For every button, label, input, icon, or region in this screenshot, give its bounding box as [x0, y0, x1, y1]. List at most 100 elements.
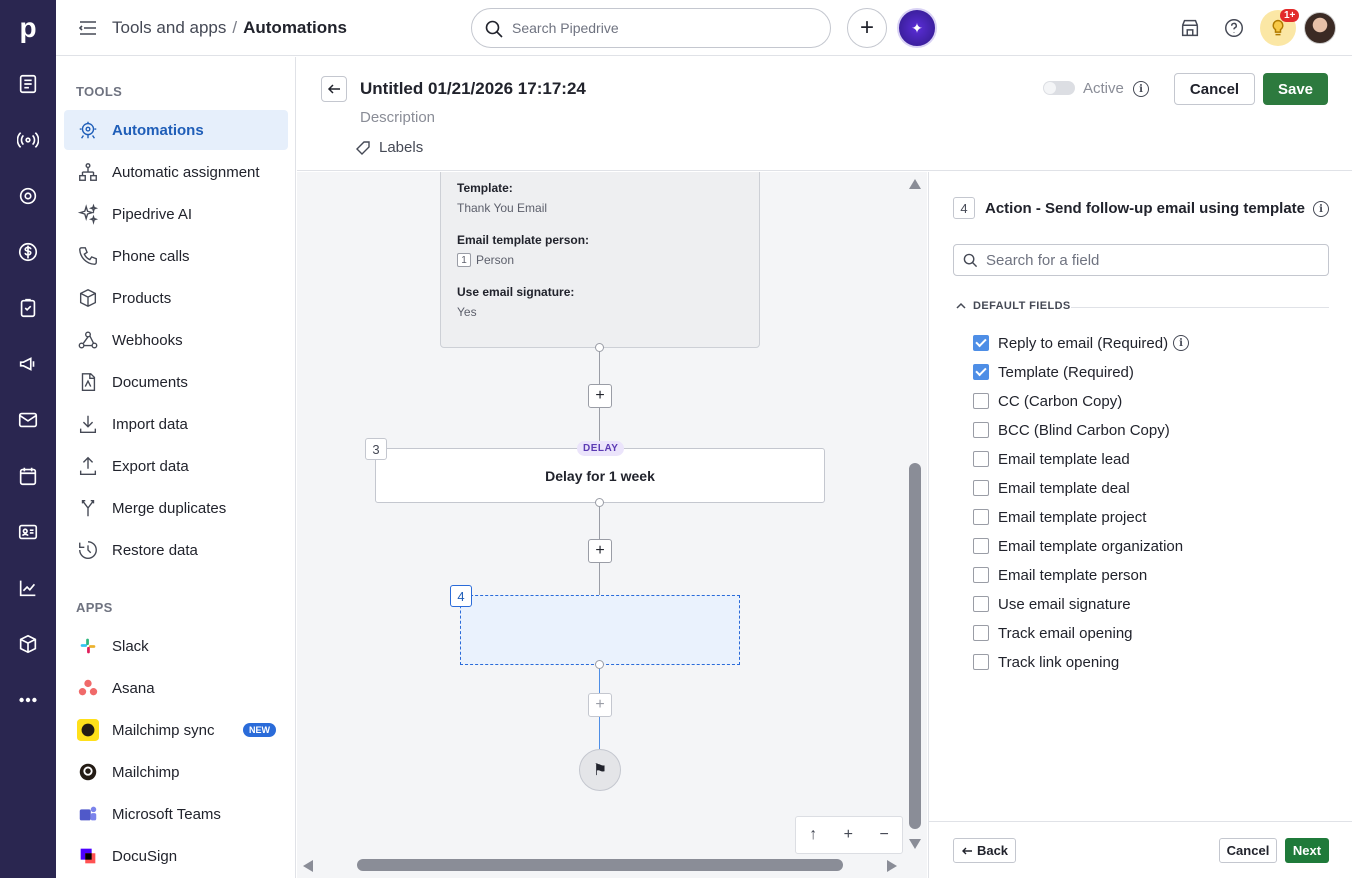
- automation-title[interactable]: Untitled 01/21/2026 17:17:24: [360, 79, 586, 99]
- megaphone-icon[interactable]: [16, 352, 40, 376]
- back-button[interactable]: [321, 76, 347, 102]
- labels-button[interactable]: Labels: [355, 139, 423, 156]
- sidebar-item-label: Export data: [112, 457, 189, 475]
- field-checkbox-email-signature[interactable]: Use email signature: [973, 594, 1131, 614]
- sidebar-item-microsoft-teams[interactable]: Microsoft Teams: [64, 794, 288, 834]
- checkbox[interactable]: [973, 335, 989, 351]
- sidebar-item-label: Automations: [112, 121, 204, 139]
- panel-back-button[interactable]: Back: [953, 838, 1016, 863]
- field-checkbox-track-link[interactable]: Track link opening: [973, 652, 1119, 672]
- checkbox[interactable]: [973, 451, 989, 467]
- pipedrive-logo[interactable]: p: [0, 0, 56, 56]
- marketplace-icon[interactable]: [1178, 16, 1202, 40]
- cancel-button[interactable]: Cancel: [1174, 73, 1255, 105]
- field-checkbox-bcc[interactable]: BCC (Blind Carbon Copy): [973, 420, 1170, 440]
- field-checkbox-cc[interactable]: CC (Carbon Copy): [973, 391, 1122, 411]
- scroll-up-arrow[interactable]: [909, 179, 921, 189]
- target-icon[interactable]: [16, 184, 40, 208]
- checkbox[interactable]: [973, 422, 989, 438]
- zoom-out-icon[interactable]: −: [879, 826, 888, 844]
- mail-icon[interactable]: [16, 408, 40, 432]
- add-step-button[interactable]: +: [588, 384, 612, 408]
- scroll-left-arrow[interactable]: [303, 860, 313, 872]
- panel-cancel-button[interactable]: Cancel: [1219, 838, 1277, 863]
- checkbox[interactable]: [973, 596, 989, 612]
- sidebar-item-slack[interactable]: Slack: [64, 626, 288, 666]
- sidebar-item-documents[interactable]: Documents: [64, 362, 288, 402]
- sidebar-item-automatic-assignment[interactable]: Automatic assignment: [64, 152, 288, 192]
- field-checkbox-template[interactable]: Template (Required): [973, 362, 1134, 382]
- sidebar-item-docusign[interactable]: DocuSign: [64, 836, 288, 876]
- checkbox[interactable]: [973, 538, 989, 554]
- avatar[interactable]: [1304, 12, 1336, 44]
- more-icon[interactable]: [16, 688, 40, 712]
- arrow-up-icon[interactable]: ↑: [809, 826, 817, 844]
- sidebar-item-restore-data[interactable]: Restore data: [64, 530, 288, 570]
- info-icon[interactable]: i: [1313, 201, 1329, 217]
- breadcrumb-parent[interactable]: Tools and apps: [112, 18, 226, 37]
- field-checkbox-template-deal[interactable]: Email template deal: [973, 478, 1130, 498]
- save-button[interactable]: Save: [1263, 73, 1328, 105]
- broadcast-icon[interactable]: [16, 128, 40, 152]
- scroll-right-arrow[interactable]: [887, 860, 897, 872]
- mailchimp-icon: [76, 718, 100, 742]
- plus-icon: +: [595, 542, 605, 559]
- add-step-button[interactable]: +: [588, 539, 612, 563]
- description-field[interactable]: Description: [360, 109, 435, 126]
- new-step-placeholder[interactable]: [460, 595, 740, 665]
- checkbox[interactable]: [973, 625, 989, 641]
- insights-icon[interactable]: [16, 576, 40, 600]
- sidebar-item-products[interactable]: Products: [64, 278, 288, 318]
- vertical-scroll-thumb[interactable]: [909, 463, 921, 829]
- field-checkbox-track-email[interactable]: Track email opening: [973, 623, 1133, 643]
- help-icon[interactable]: [1222, 16, 1246, 40]
- arrow-left-icon: [961, 847, 972, 854]
- sidebar-item-merge-duplicates[interactable]: Merge duplicates: [64, 488, 288, 528]
- sidebar-item-webhooks[interactable]: Webhooks: [64, 320, 288, 360]
- field-checkbox-template-person[interactable]: Email template person: [973, 565, 1147, 585]
- assignment-icon: [76, 160, 100, 184]
- add-step-button[interactable]: +: [588, 693, 612, 717]
- field-checkbox-template-project[interactable]: Email template project: [973, 507, 1146, 527]
- email-action-card[interactable]: Template: Thank You Email Email template…: [440, 172, 760, 348]
- field-search-input[interactable]: Search for a field: [953, 244, 1329, 276]
- sidebar-item-phone-calls[interactable]: Phone calls: [64, 236, 288, 276]
- collapse-menu-icon[interactable]: [78, 18, 98, 38]
- info-icon[interactable]: i: [1133, 81, 1149, 97]
- ai-assistant-button[interactable]: ✦: [897, 8, 937, 48]
- default-fields-toggle[interactable]: DEFAULT FIELDS: [955, 300, 1071, 312]
- active-toggle[interactable]: [1043, 81, 1075, 95]
- checkbox[interactable]: [973, 393, 989, 409]
- contacts-icon[interactable]: [16, 520, 40, 544]
- panel-next-button[interactable]: Next: [1285, 838, 1329, 863]
- checkbox[interactable]: [973, 364, 989, 380]
- sidebar-item-automations[interactable]: Automations: [64, 110, 288, 150]
- checkbox[interactable]: [973, 480, 989, 496]
- field-checkbox-template-lead[interactable]: Email template lead: [973, 449, 1130, 469]
- dollar-icon[interactable]: [16, 240, 40, 264]
- field-checkbox-reply-to-email[interactable]: Reply to email (Required) i: [973, 333, 1190, 353]
- global-search-input[interactable]: Search Pipedrive: [471, 8, 831, 48]
- sidebar-item-export-data[interactable]: Export data: [64, 446, 288, 486]
- leads-icon[interactable]: [16, 72, 40, 96]
- horizontal-scroll-thumb[interactable]: [357, 859, 843, 871]
- field-checkbox-template-organization[interactable]: Email template organization: [973, 536, 1183, 556]
- sidebar-item-import-data[interactable]: Import data: [64, 404, 288, 444]
- sidebar-item-label: Products: [112, 289, 172, 307]
- info-icon[interactable]: i: [1173, 335, 1190, 351]
- workflow-canvas[interactable]: Template: Thank You Email Email template…: [297, 172, 927, 878]
- sidebar-item-mailchimp[interactable]: Mailchimp: [64, 752, 288, 792]
- calendar-icon[interactable]: [16, 464, 40, 488]
- products-icon[interactable]: [16, 632, 40, 656]
- checkbox[interactable]: [973, 567, 989, 583]
- sidebar-item-asana[interactable]: Asana: [64, 668, 288, 708]
- delay-step-card[interactable]: Delay for 1 week: [375, 448, 825, 503]
- scroll-down-arrow[interactable]: [909, 839, 921, 849]
- checkbox[interactable]: [973, 654, 989, 670]
- sidebar-item-pipedrive-ai[interactable]: Pipedrive AI: [64, 194, 288, 234]
- tasks-icon[interactable]: [16, 296, 40, 320]
- quick-add-button[interactable]: +: [847, 8, 887, 48]
- checkbox[interactable]: [973, 509, 989, 525]
- sidebar-item-mailchimp-sync[interactable]: Mailchimp sync NEW: [64, 710, 288, 750]
- zoom-in-icon[interactable]: +: [844, 826, 853, 844]
